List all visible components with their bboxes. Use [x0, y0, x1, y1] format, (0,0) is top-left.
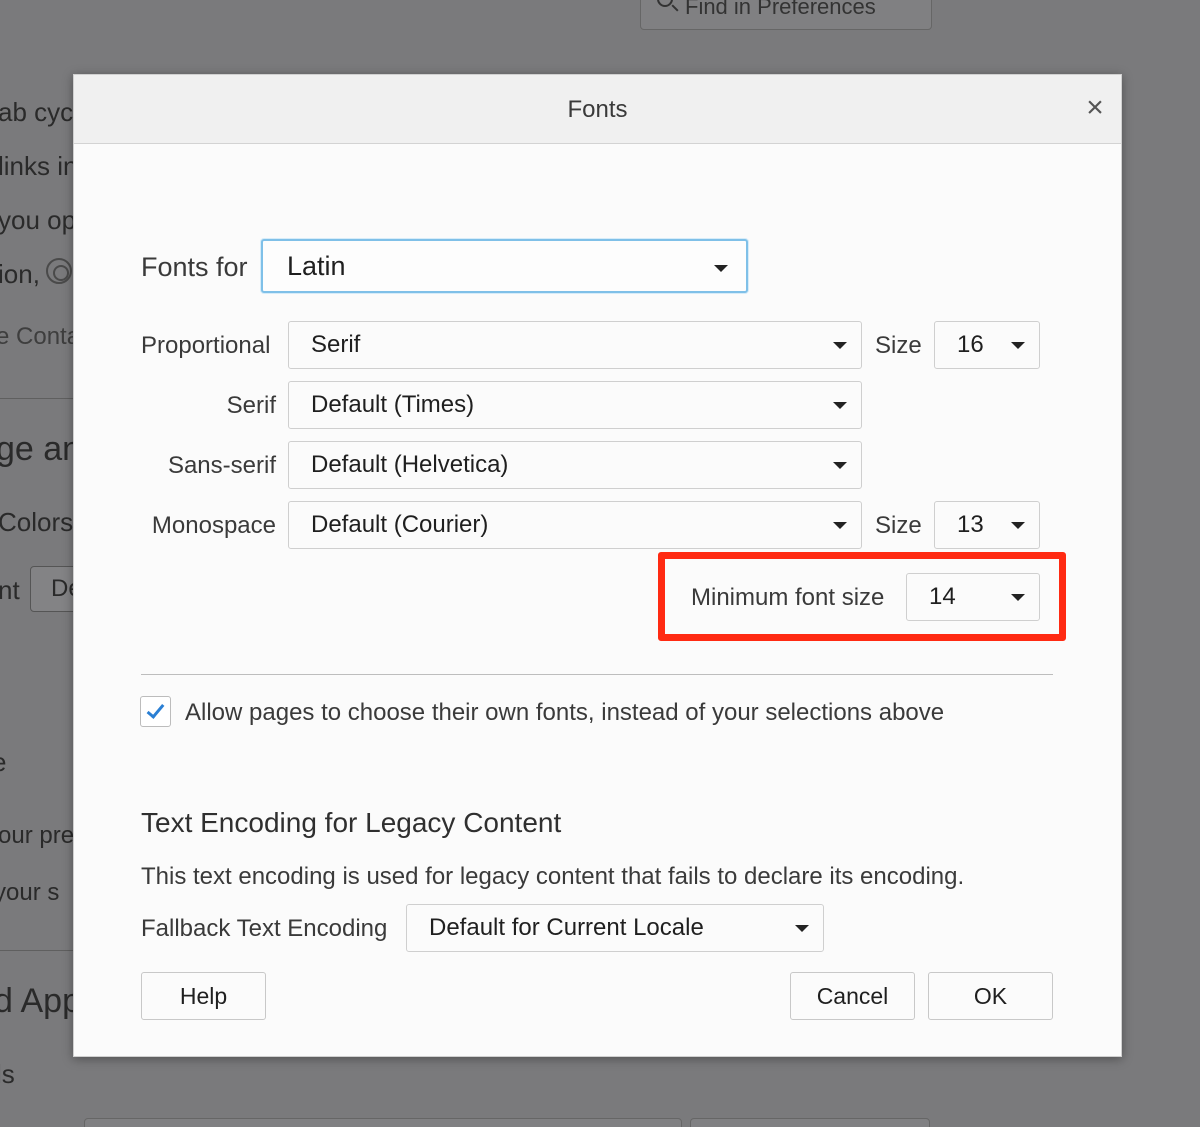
proportional-label: Proportional [141, 332, 271, 359]
bg-text-links-in: links in [0, 151, 78, 181]
bg-text-your-pref: our pref [0, 822, 81, 849]
section-divider [141, 674, 1053, 675]
chevron-down-icon [1011, 594, 1025, 601]
help-button[interactable]: Help [141, 972, 266, 1020]
sans-serif-value: Default (Helvetica) [311, 451, 509, 478]
cancel-button[interactable]: Cancel [790, 972, 915, 1020]
search-placeholder: Find in Preferences [685, 0, 876, 19]
search-icon [657, 0, 673, 7]
chevron-down-icon [795, 925, 809, 932]
chevron-down-icon [833, 522, 847, 529]
fallback-encoding-dropdown[interactable]: Default for Current Locale [406, 904, 824, 952]
proportional-dropdown[interactable]: Serif [288, 321, 862, 369]
monospace-size-value: 13 [957, 511, 984, 538]
bg-field [84, 1118, 682, 1127]
serif-label: Serif [226, 392, 276, 419]
chevron-down-icon [714, 265, 728, 272]
bg-divider [0, 398, 73, 399]
monospace-dropdown[interactable]: Default (Courier) [288, 501, 862, 549]
text-encoding-heading: Text Encoding for Legacy Content [141, 807, 562, 838]
bg-text-ion: ion, [0, 259, 40, 289]
bg-divider-2 [0, 950, 73, 951]
fallback-encoding-value: Default for Current Locale [429, 914, 704, 941]
monospace-label: Monospace [151, 512, 276, 539]
allow-pages-fonts-checkbox[interactable] [140, 696, 171, 727]
text-encoding-description: This text encoding is used for legacy co… [141, 863, 965, 890]
find-in-preferences-search[interactable]: Find in Preferences [640, 0, 932, 30]
chevron-down-icon [1011, 522, 1025, 529]
bg-text-colors: Colors [0, 507, 74, 537]
allow-pages-fonts-label[interactable]: Allow pages to choose their own fonts, i… [185, 699, 944, 727]
bg-text-tab-cycle: ab cycl [0, 97, 79, 127]
dialog-title: Fonts [567, 96, 628, 123]
proportional-value: Serif [311, 331, 361, 358]
close-icon[interactable]: × [1079, 93, 1111, 125]
fingerprint-icon [46, 258, 72, 284]
chevron-down-icon [833, 402, 847, 409]
monospace-size-label: Size [875, 512, 922, 539]
bg-heading-language: ge an [0, 430, 82, 468]
bg-text-containers: e Conta [0, 323, 81, 350]
sans-serif-label: Sans-serif [167, 452, 276, 479]
serif-value: Default (Times) [311, 391, 475, 418]
minimum-font-size-value: 14 [929, 583, 956, 610]
bg-heading-applications: d App [0, 982, 81, 1020]
monospace-size-dropdown[interactable]: 13 [934, 501, 1040, 549]
bg-text-your-s: your s [0, 879, 60, 906]
proportional-size-value: 16 [957, 331, 984, 358]
sans-serif-dropdown[interactable]: Default (Helvetica) [288, 441, 862, 489]
minimum-font-size-dropdown[interactable]: 14 [906, 573, 1040, 621]
bg-text-you-open: you op [0, 205, 77, 235]
fonts-for-dropdown[interactable]: Latin [261, 239, 748, 293]
bg-text-e: e [0, 747, 6, 778]
chevron-down-icon [1011, 342, 1025, 349]
bg-text-ls: ls [0, 1059, 15, 1089]
bg-field-2 [690, 1118, 930, 1127]
ok-button[interactable]: OK [928, 972, 1053, 1020]
chevron-down-icon [833, 342, 847, 349]
proportional-size-label: Size [875, 332, 922, 359]
chevron-down-icon [833, 462, 847, 469]
bg-text-nt: nt [0, 575, 20, 605]
dialog-titlebar: Fonts × [74, 75, 1121, 144]
monospace-value: Default (Courier) [311, 511, 489, 538]
fonts-for-label: Fonts for [141, 252, 248, 282]
checkmark-icon [146, 700, 165, 719]
fallback-encoding-label: Fallback Text Encoding [141, 915, 388, 942]
fonts-dialog: Fonts × Fonts for Latin Proportional Ser… [73, 74, 1122, 1057]
proportional-size-dropdown[interactable]: 16 [934, 321, 1040, 369]
fonts-for-value: Latin [287, 251, 346, 281]
minimum-font-size-label: Minimum font size [691, 584, 885, 611]
serif-dropdown[interactable]: Default (Times) [288, 381, 862, 429]
